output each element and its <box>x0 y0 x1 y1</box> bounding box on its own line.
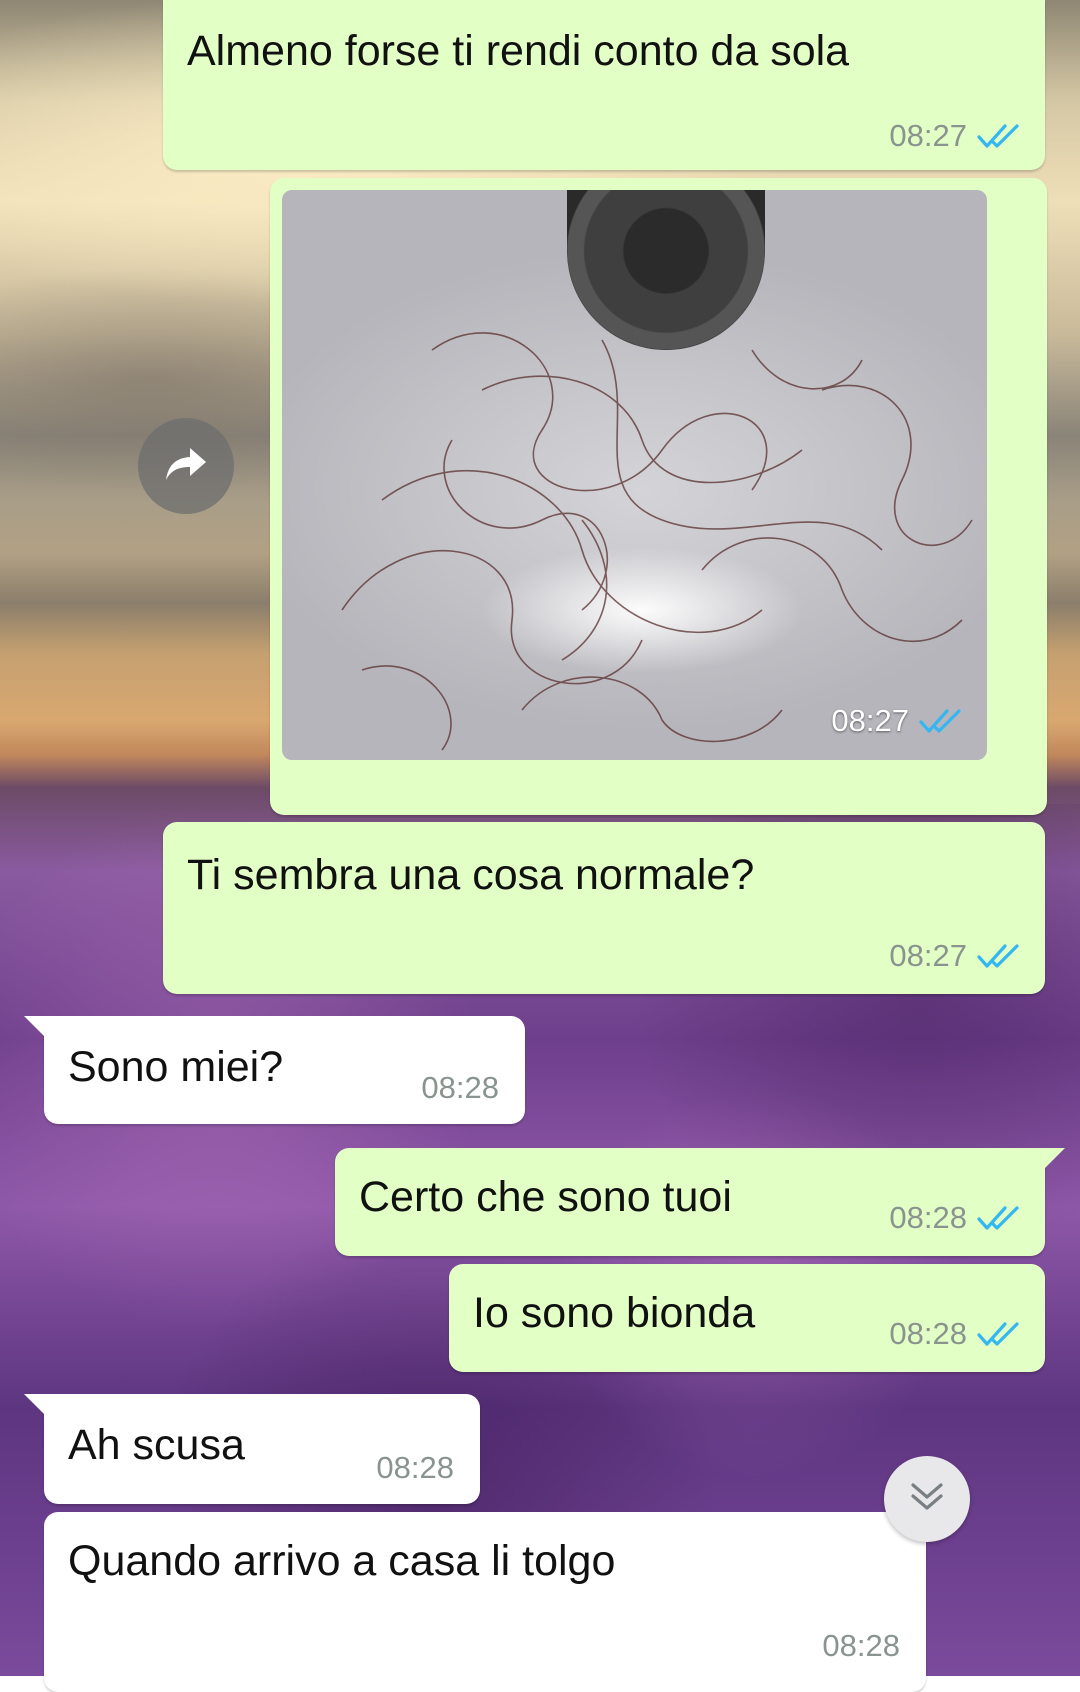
message-text: Io sono bionda <box>473 1289 756 1337</box>
message-meta: 08:28 <box>889 1318 1021 1349</box>
hair-strands-image <box>341 332 973 751</box>
scroll-to-bottom-button[interactable] <box>884 1456 970 1542</box>
double-check-icon <box>977 1204 1021 1232</box>
shared-photo[interactable]: 08:27 <box>282 190 987 760</box>
image-message-bubble[interactable]: 08:27 <box>270 178 1047 815</box>
message-bubble-outgoing[interactable]: Ti sembra una cosa normale? 08:27 <box>163 822 1045 994</box>
message-meta: 08:27 <box>831 705 963 736</box>
forward-arrow-icon <box>162 444 210 489</box>
message-meta: 08:28 <box>376 1452 454 1483</box>
message-text: Ah scusa <box>68 1421 245 1469</box>
message-time: 08:28 <box>889 1200 967 1235</box>
forward-button[interactable] <box>138 418 234 514</box>
message-meta: 08:27 <box>889 940 1021 971</box>
message-text: Almeno forse ti rendi conto da sola <box>187 27 850 75</box>
message-time: 08:28 <box>421 1070 499 1105</box>
message-bubble-incoming[interactable]: Sono miei? 08:28 <box>24 1016 525 1124</box>
message-bubble-outgoing[interactable]: Io sono bionda 08:28 <box>449 1264 1045 1372</box>
message-text: Ti sembra una cosa normale? <box>187 851 755 899</box>
message-time: 08:28 <box>889 1316 967 1351</box>
message-time: 08:27 <box>889 938 967 973</box>
double-chevron-down-icon <box>907 1479 947 1520</box>
message-time: 08:27 <box>889 118 967 153</box>
message-time: 08:28 <box>376 1450 454 1485</box>
message-time: 08:27 <box>831 703 909 738</box>
message-bubble-incoming[interactable]: Ah scusa 08:28 <box>24 1394 480 1504</box>
message-text: Sono miei? <box>68 1043 284 1091</box>
double-check-icon <box>977 122 1021 150</box>
message-meta: 08:27 <box>889 120 1021 151</box>
double-check-icon <box>919 707 963 735</box>
double-check-icon <box>977 1320 1021 1348</box>
message-text: Certo che sono tuoi <box>359 1173 732 1221</box>
message-text: Quando arrivo a casa li tolgo <box>68 1537 616 1585</box>
message-bubble-incoming[interactable]: Quando arrivo a casa li tolgo 08:28 <box>44 1512 926 1692</box>
message-bubble-outgoing[interactable]: Almeno forse ti rendi conto da sola 08:2… <box>163 0 1045 170</box>
message-meta: 08:28 <box>889 1202 1021 1233</box>
message-time: 08:28 <box>822 1628 900 1663</box>
message-meta: 08:28 <box>421 1072 499 1103</box>
double-check-icon <box>977 942 1021 970</box>
message-bubble-outgoing[interactable]: Certo che sono tuoi 08:28 <box>335 1148 1065 1256</box>
message-meta: 08:28 <box>822 1630 900 1661</box>
